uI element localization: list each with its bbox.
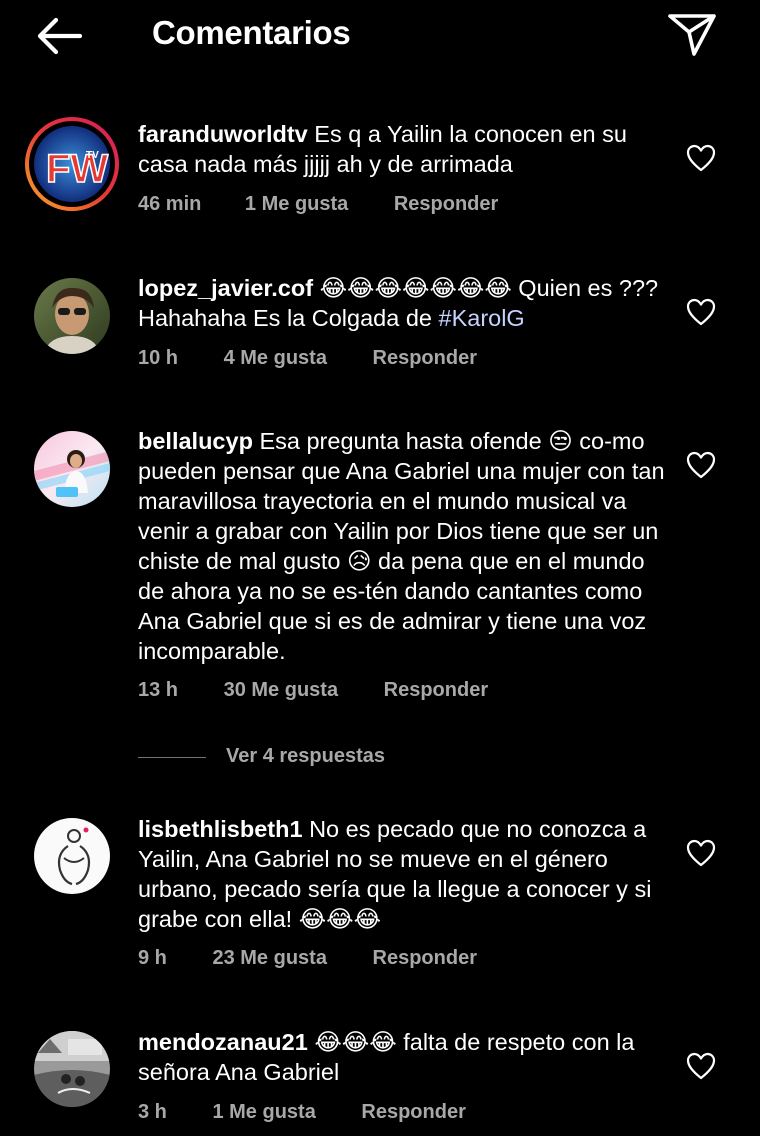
comment-meta: 9 h 23 Me gusta Responder xyxy=(138,947,477,970)
comment-likes[interactable]: 1 Me gusta xyxy=(245,193,348,216)
heart-outline-icon xyxy=(686,451,716,479)
comment-username[interactable]: lisbethlisbeth1 xyxy=(138,816,303,842)
like-button[interactable] xyxy=(686,144,716,172)
reply-button[interactable]: Responder xyxy=(373,347,477,370)
avatar[interactable] xyxy=(34,1031,110,1107)
like-button[interactable] xyxy=(686,1052,716,1080)
heart-outline-icon xyxy=(686,1052,716,1080)
header-bar: Comentarios xyxy=(0,0,760,70)
comment-meta: 13 h 30 Me gusta Responder xyxy=(138,679,488,702)
avatar[interactable]: FW TV xyxy=(24,116,120,212)
comment-username[interactable]: lopez_javier.cof xyxy=(138,275,313,301)
like-button[interactable] xyxy=(686,839,716,867)
comment-likes[interactable]: 1 Me gusta xyxy=(212,1101,315,1124)
reply-button[interactable]: Responder xyxy=(373,947,477,970)
heart-outline-icon xyxy=(686,839,716,867)
comment-time: 3 h xyxy=(138,1101,167,1123)
arrow-left-icon xyxy=(37,17,83,55)
reply-button[interactable]: Responder xyxy=(394,193,498,216)
heart-outline-icon xyxy=(686,298,716,326)
comment-meta: 46 min 1 Me gusta Responder xyxy=(138,193,498,216)
comment-meta: 3 h 1 Me gusta Responder xyxy=(138,1101,466,1124)
comment-time: 10 h xyxy=(138,347,179,369)
like-button[interactable] xyxy=(686,451,716,479)
heart-outline-icon xyxy=(686,144,716,172)
hashtag-link[interactable]: #KarolG xyxy=(439,305,525,331)
comment-meta: 10 h 4 Me gusta Responder xyxy=(138,347,477,370)
comment-text: bellalucyp Esa pregunta hasta ofende 😒 c… xyxy=(138,426,668,666)
comment-time: 46 min xyxy=(138,193,202,215)
svg-text:FW: FW xyxy=(46,147,108,191)
reply-button[interactable]: Responder xyxy=(361,1101,465,1124)
comment-text: lisbethlisbeth1 No es pecado que no cono… xyxy=(138,814,668,934)
replies-divider xyxy=(138,757,206,758)
paper-plane-icon xyxy=(668,14,716,56)
view-replies-button[interactable]: Ver 4 respuestas xyxy=(138,745,538,771)
avatar[interactable] xyxy=(34,278,110,354)
comment-text: faranduworldtv Es q a Yailin la conocen … xyxy=(138,119,668,179)
comment-username[interactable]: mendozanau21 xyxy=(138,1029,308,1055)
avatar[interactable] xyxy=(34,431,110,507)
comment-time: 9 h xyxy=(138,947,167,969)
comment-username[interactable]: faranduworldtv xyxy=(138,121,308,147)
comment-text: mendozanau21 😂😂😂 falta de respeto con la… xyxy=(138,1027,668,1087)
comment-time: 13 h xyxy=(138,679,179,701)
comment-likes[interactable]: 4 Me gusta xyxy=(224,347,327,370)
page-title: Comentarios xyxy=(152,14,351,51)
back-button[interactable] xyxy=(32,14,86,58)
avatar[interactable] xyxy=(34,818,110,894)
comment-likes[interactable]: 30 Me gusta xyxy=(224,679,338,702)
view-replies-label: Ver 4 respuestas xyxy=(226,745,385,767)
comment-username[interactable]: bellalucyp xyxy=(138,428,253,454)
comment-likes[interactable]: 23 Me gusta xyxy=(212,947,326,970)
svg-text:TV: TV xyxy=(86,150,99,161)
reply-button[interactable]: Responder xyxy=(384,679,488,702)
comment-text: lopez_javier.cof 😂😂😂😂😂😂😂 Quien es ??? Ha… xyxy=(138,273,668,333)
share-button[interactable] xyxy=(666,10,718,58)
comment-body: Esa pregunta hasta ofende 😒 co-mo pueden… xyxy=(138,428,665,664)
like-button[interactable] xyxy=(686,298,716,326)
